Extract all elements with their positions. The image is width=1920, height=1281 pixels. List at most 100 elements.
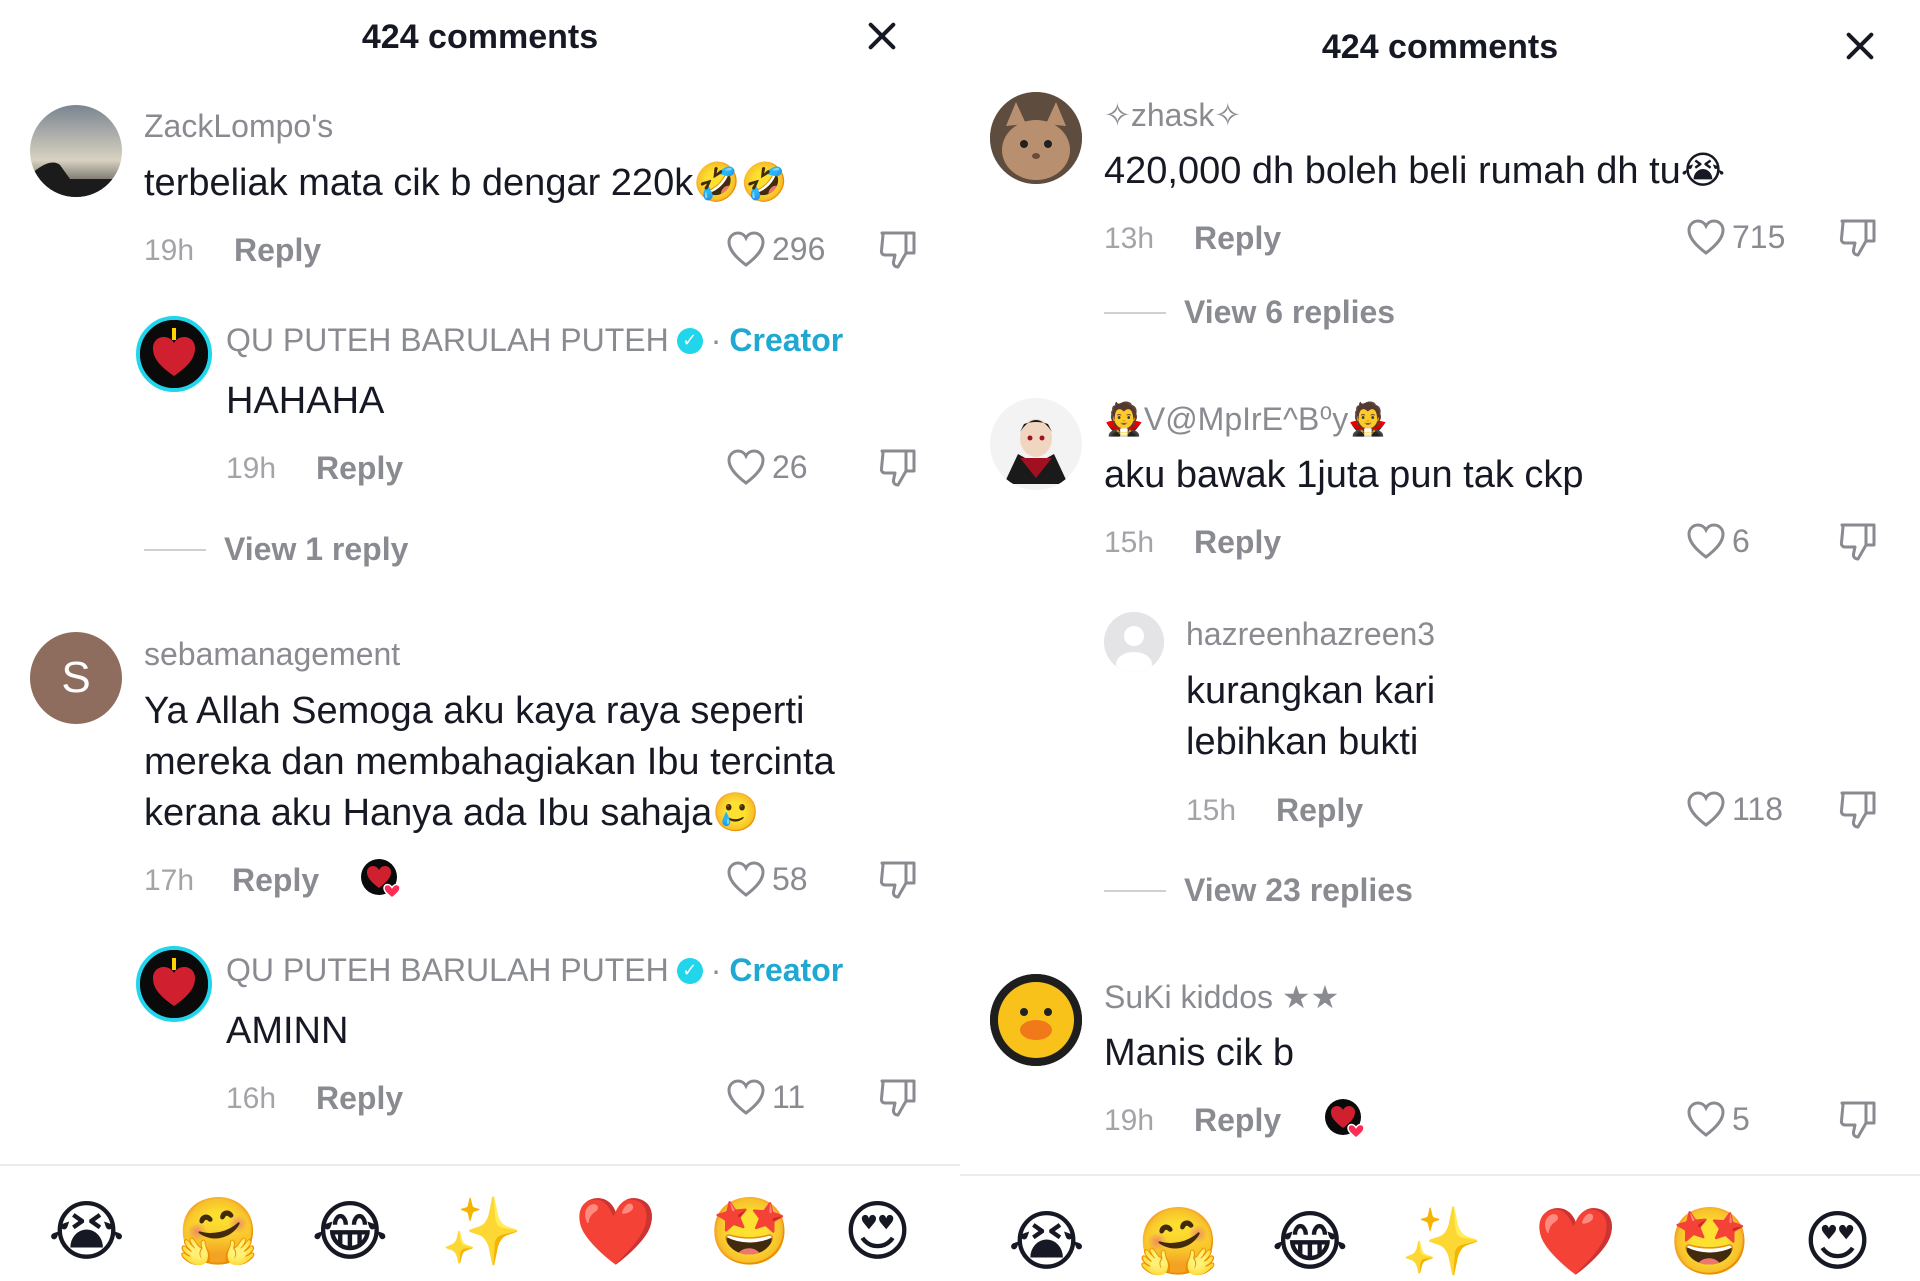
- comments-count-title: 424 comments: [361, 18, 599, 56]
- creator-liked-icon: [1325, 1099, 1365, 1139]
- like-button[interactable]: 58: [726, 860, 808, 898]
- comment-text: terbeliak mata cik b dengar 220k🤣🤣: [144, 162, 788, 204]
- avatar[interactable]: [990, 398, 1082, 490]
- comment-text: AMINN: [226, 1010, 349, 1052]
- comment-time: 19h: [1104, 1104, 1155, 1137]
- comment-username[interactable]: ZackLompo's: [144, 108, 333, 145]
- heart-icon: [1687, 219, 1725, 255]
- creator-label: Creator: [729, 952, 844, 988]
- comment-time: 16h: [226, 1082, 277, 1115]
- comment-username[interactable]: sebamanagement: [144, 636, 400, 673]
- emoji-heart-button[interactable]: ❤️: [1535, 1209, 1617, 1275]
- reply-button[interactable]: Reply: [316, 450, 403, 487]
- emoji-heart-eyes-button[interactable]: 😍: [1803, 1209, 1872, 1275]
- like-button[interactable]: 296: [726, 230, 825, 268]
- emoji-hug-button[interactable]: 🤗: [1137, 1209, 1219, 1275]
- emoji-heart-button[interactable]: ❤️: [575, 1199, 657, 1265]
- view-replies-label: View 23 replies: [1184, 872, 1413, 908]
- comment-username[interactable]: QU PUTEH BARULAH PUTEH ✓ · Creator: [226, 322, 843, 359]
- close-icon[interactable]: [860, 14, 904, 58]
- dislike-icon[interactable]: [1838, 217, 1878, 259]
- comment-text: aku bawak 1juta pun tak ckp: [1104, 454, 1584, 496]
- emoji-laugh-button[interactable]: 😂: [1271, 1209, 1348, 1275]
- dislike-icon[interactable]: [878, 229, 918, 271]
- heart-icon: [727, 1079, 765, 1115]
- emoji-heart-eyes-button[interactable]: 😍: [843, 1199, 912, 1265]
- like-button[interactable]: 118: [1686, 790, 1783, 828]
- view-replies-button[interactable]: View 1 reply: [144, 531, 408, 568]
- reply-button[interactable]: Reply: [1194, 1102, 1281, 1139]
- view-replies-label: View 6 replies: [1184, 294, 1396, 330]
- creator-username: QU PUTEH BARULAH PUTEH: [226, 322, 669, 358]
- dislike-icon[interactable]: [878, 447, 918, 489]
- comments-count-title: 424 comments: [1321, 28, 1559, 66]
- like-button[interactable]: 11: [726, 1078, 805, 1116]
- avatar[interactable]: [136, 946, 212, 1022]
- reply-button[interactable]: Reply: [234, 232, 321, 269]
- dislike-icon[interactable]: [878, 1077, 918, 1119]
- reply-button[interactable]: Reply: [1194, 220, 1281, 257]
- comment-username[interactable]: 🧛V@MpIrE^B⁰y🧛: [1104, 400, 1388, 438]
- avatar[interactable]: [136, 316, 212, 392]
- reply-button[interactable]: Reply: [1276, 792, 1363, 829]
- avatar[interactable]: [990, 974, 1082, 1066]
- dislike-icon[interactable]: [1838, 1099, 1878, 1141]
- dislike-icon[interactable]: [1838, 521, 1878, 563]
- heart-icon: [1687, 791, 1725, 827]
- view-replies-button[interactable]: View 23 replies: [1104, 872, 1413, 909]
- quick-emoji-bar: 😭 🤗 😂 ✨ ❤️ 🤩 😍: [0, 1172, 960, 1281]
- dislike-icon[interactable]: [878, 859, 918, 901]
- like-count: 296: [772, 230, 826, 267]
- comment-time: 19h: [144, 234, 195, 267]
- like-button[interactable]: 5: [1686, 1100, 1750, 1138]
- like-button[interactable]: 715: [1686, 218, 1785, 256]
- avatar[interactable]: [990, 92, 1082, 184]
- emoji-star-struck-button[interactable]: 🤩: [1669, 1209, 1751, 1275]
- heart-icon: [727, 231, 765, 267]
- comment-username[interactable]: QU PUTEH BARULAH PUTEH ✓ · Creator: [226, 952, 843, 989]
- emoji-crying-button[interactable]: 😭: [1008, 1209, 1085, 1275]
- comment-time: 15h: [1104, 526, 1155, 559]
- verified-icon: ✓: [676, 327, 703, 354]
- emoji-bar-divider: [960, 1174, 1920, 1176]
- like-count: 715: [1732, 218, 1786, 255]
- like-button[interactable]: 6: [1686, 522, 1750, 560]
- comment-text: Manis cik b: [1104, 1032, 1295, 1074]
- reply-button[interactable]: Reply: [316, 1080, 403, 1117]
- emoji-hug-button[interactable]: 🤗: [177, 1199, 259, 1265]
- like-button[interactable]: 26: [726, 448, 808, 486]
- view-replies-button[interactable]: View 6 replies: [1104, 294, 1395, 331]
- comment-username[interactable]: SuKi kiddos ★★: [1104, 978, 1339, 1016]
- emoji-laugh-button[interactable]: 😂: [311, 1199, 388, 1265]
- view-replies-label: View 1 reply: [224, 531, 409, 567]
- creator-liked-icon: [361, 859, 401, 899]
- comment-username[interactable]: hazreenhazreen3: [1186, 616, 1435, 653]
- dislike-icon[interactable]: [1838, 789, 1878, 831]
- emoji-star-struck-button[interactable]: 🤩: [709, 1199, 791, 1265]
- like-count: 6: [1732, 522, 1750, 559]
- verified-icon: ✓: [676, 957, 703, 984]
- comment-username[interactable]: ✧zhask✧: [1104, 96, 1241, 134]
- heart-icon: [1687, 523, 1725, 559]
- reply-button[interactable]: Reply: [1194, 524, 1281, 561]
- avatar[interactable]: S: [30, 632, 122, 724]
- quick-emoji-bar: 😭 🤗 😂 ✨ ❤️ 🤩 😍: [960, 1182, 1920, 1281]
- comment-time: 17h: [144, 864, 195, 897]
- creator-label: Creator: [729, 322, 844, 358]
- avatar[interactable]: [30, 105, 122, 197]
- emoji-crying-button[interactable]: 😭: [48, 1199, 125, 1265]
- divider-line: [1104, 889, 1166, 892]
- separator-dot: ·: [710, 322, 722, 358]
- like-count: 26: [772, 448, 808, 485]
- comment-time: 13h: [1104, 222, 1155, 255]
- close-icon[interactable]: [1838, 24, 1882, 68]
- comment-time: 19h: [226, 452, 277, 485]
- emoji-sparkles-button[interactable]: ✨: [440, 1199, 522, 1265]
- reply-button[interactable]: Reply: [232, 862, 319, 899]
- emoji-sparkles-button[interactable]: ✨: [1400, 1209, 1482, 1275]
- comment-time: 15h: [1186, 794, 1237, 827]
- comment-text-line: kerana aku Hanya ada Ibu sahaja🥲: [144, 792, 760, 834]
- avatar[interactable]: [1104, 612, 1164, 672]
- divider-line: [144, 548, 206, 551]
- heart-icon: [1687, 1101, 1725, 1137]
